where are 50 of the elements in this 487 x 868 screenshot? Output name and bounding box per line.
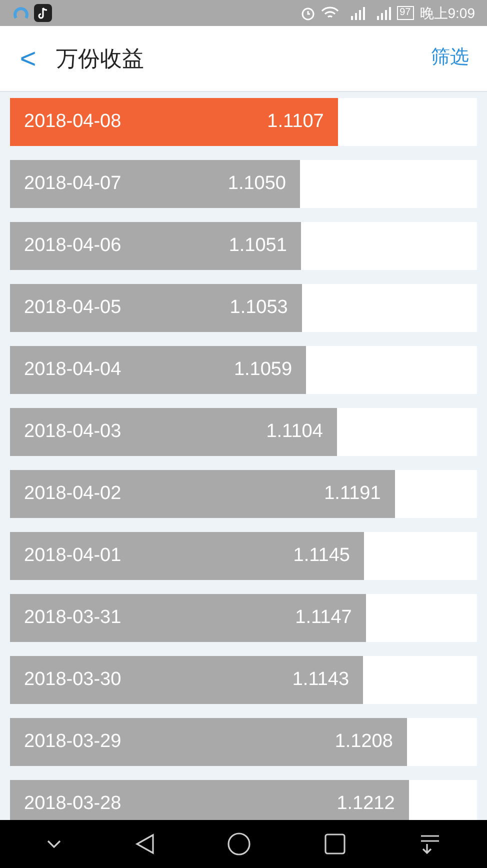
date-label: 2018-04-03	[24, 420, 122, 444]
alarm-icon	[300, 5, 316, 21]
home-circle-icon[interactable]	[227, 832, 252, 856]
bar-track[interactable]: 2018-04-04 1.1059	[10, 346, 477, 394]
bar-track[interactable]: 2018-04-06 1.1051	[10, 222, 477, 270]
wifi-icon	[320, 6, 339, 20]
date-label: 2018-04-06	[24, 234, 122, 258]
bar-track[interactable]: 2018-03-30 1.1143	[10, 656, 477, 704]
bar-track[interactable]: 2018-04-03 1.1104	[10, 408, 477, 456]
battery-indicator: 97	[396, 6, 414, 20]
value-label: 1.1145	[293, 544, 350, 568]
bar-track[interactable]: 2018-03-28 1.1212	[10, 780, 477, 820]
value-label: 1.1053	[230, 296, 288, 320]
music-note-icon	[34, 4, 52, 22]
status-time: 晚上9:09	[420, 4, 475, 22]
chevron-down-icon[interactable]	[46, 839, 62, 849]
back-triangle-icon[interactable]	[134, 833, 155, 855]
app-icon	[12, 4, 30, 22]
date-label: 2018-03-31	[24, 606, 122, 630]
back-button[interactable]: <	[18, 44, 38, 72]
date-label: 2018-03-29	[24, 730, 122, 754]
value-label: 1.1212	[336, 792, 395, 816]
bar-track[interactable]: 2018-04-02 1.1191	[10, 470, 477, 518]
value-label: 1.1059	[234, 358, 292, 382]
date-label: 2018-04-05	[24, 296, 122, 320]
pull-down-icon[interactable]	[418, 833, 441, 855]
square-icon[interactable]	[324, 833, 346, 855]
date-label: 2018-03-30	[24, 668, 122, 692]
value-label: 1.1208	[334, 730, 393, 754]
value-label: 1.1143	[292, 668, 350, 692]
page-title: 万份收益	[56, 45, 144, 73]
value-label: 1.1051	[228, 234, 287, 258]
bar-track[interactable]: 2018-04-05 1.1053	[10, 284, 477, 332]
value-label: 1.1104	[266, 420, 323, 444]
date-label: 2018-04-01	[24, 544, 122, 568]
date-label: 2018-04-08	[24, 110, 122, 134]
bar-track[interactable]: 2018-04-01 1.1145	[10, 532, 477, 580]
bar-track[interactable]: 2018-04-08 1.1107	[10, 98, 477, 146]
date-label: 2018-04-04	[24, 358, 122, 382]
bar-track[interactable]: 2018-04-07 1.1050	[10, 160, 477, 208]
value-label: 1.1107	[267, 110, 324, 134]
value-label: 1.1191	[324, 482, 381, 506]
bar-track[interactable]: 2018-03-29 1.1208	[10, 718, 477, 766]
date-label: 2018-04-02	[24, 482, 122, 506]
date-label: 2018-04-07	[24, 172, 122, 196]
value-label: 1.1050	[228, 172, 286, 196]
filter-button[interactable]: 筛选	[431, 44, 469, 73]
date-label: 2018-03-28	[24, 792, 122, 816]
value-label: 1.1147	[295, 606, 352, 630]
bar-track[interactable]: 2018-03-31 1.1147	[10, 594, 477, 642]
